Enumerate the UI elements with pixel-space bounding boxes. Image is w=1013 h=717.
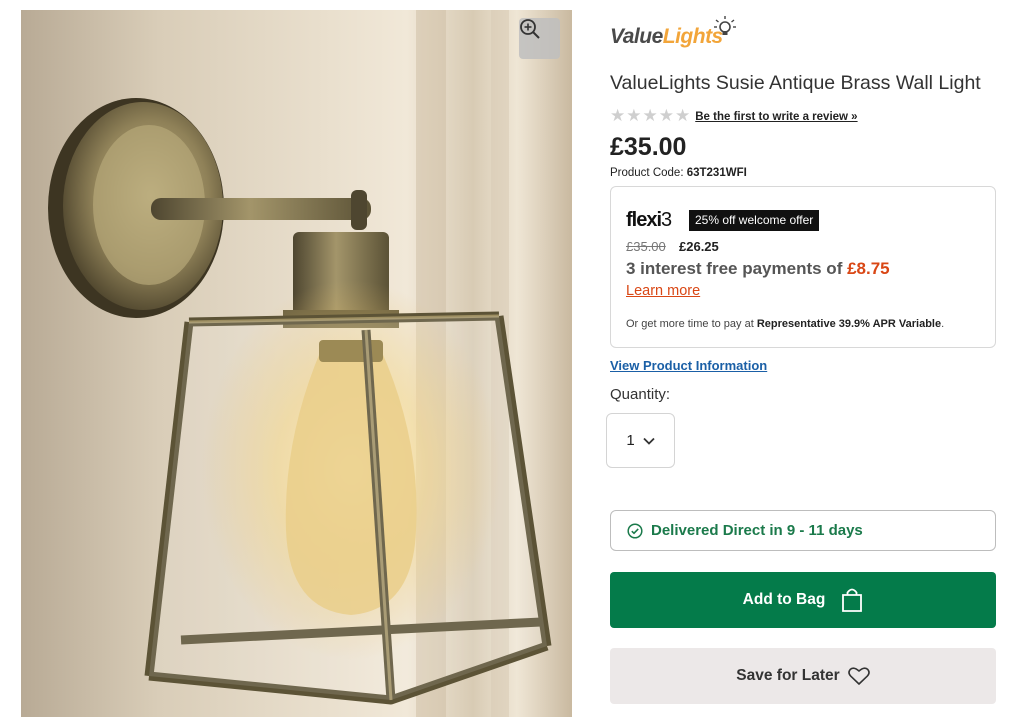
zoom-in-icon (520, 19, 540, 39)
star-icon: ★ (610, 106, 626, 126)
product-title: ValueLights Susie Antique Brass Wall Lig… (610, 72, 981, 94)
old-price: £35.00 (626, 239, 666, 254)
learn-more-link[interactable]: Learn more (626, 283, 700, 299)
quantity-label: Quantity: (610, 386, 671, 403)
check-circle-icon (627, 522, 643, 539)
shopping-bag-icon (842, 588, 863, 612)
quantity-value: 1 (626, 432, 635, 449)
flexi-logo: flexi3 (626, 209, 672, 231)
write-review-link[interactable]: Be the first to write a review » (695, 111, 857, 123)
heart-icon (847, 667, 870, 685)
save-for-later-button[interactable]: Save for Later (610, 648, 996, 704)
rating-stars: ★ ★ ★ ★ ★ (610, 108, 690, 125)
star-icon: ★ (642, 106, 658, 126)
apr-text: Or get more time to pay at Representativ… (626, 318, 945, 330)
discounted-price: £26.25 (679, 239, 719, 254)
flexi-finance-box: flexi3 25% off welcome offer £35.00 £26.… (610, 186, 996, 348)
star-icon: ★ (675, 106, 691, 126)
chevron-down-icon (643, 437, 655, 445)
product-price: £35.00 (610, 133, 687, 161)
wall-light-photo (48, 10, 552, 717)
product-code-label: Product Code: (610, 167, 684, 179)
product-image[interactable] (21, 10, 572, 717)
add-to-bag-button[interactable]: Add to Bag (610, 572, 996, 628)
product-code-value: 63T231WFI (686, 167, 747, 179)
delivery-text: Delivered Direct in 9 - 11 days (651, 522, 863, 539)
zoom-button[interactable] (519, 18, 560, 59)
instalment-amount: £8.75 (847, 259, 890, 278)
product-code: Product Code: 63T231WFI (610, 167, 747, 179)
star-icon: ★ (658, 106, 674, 126)
star-icon: ★ (626, 106, 642, 126)
brand-logo-text: ValueLights (610, 25, 723, 48)
save-for-later-label: Save for Later (736, 667, 840, 684)
lightbulb-logo-icon (714, 16, 736, 35)
offer-badge: 25% off welcome offer (689, 210, 820, 232)
view-product-information-link[interactable]: View Product Information (610, 358, 767, 373)
quantity-select[interactable]: 1 (606, 413, 675, 468)
delivery-info: Delivered Direct in 9 - 11 days (610, 510, 996, 551)
instalment-text: 3 interest free payments of £8.75 (626, 259, 890, 278)
brand-logo[interactable]: ValueLights (610, 14, 736, 50)
add-to-bag-label: Add to Bag (742, 591, 826, 608)
rating-row: ★ ★ ★ ★ ★ Be the first to write a review… (610, 108, 858, 125)
